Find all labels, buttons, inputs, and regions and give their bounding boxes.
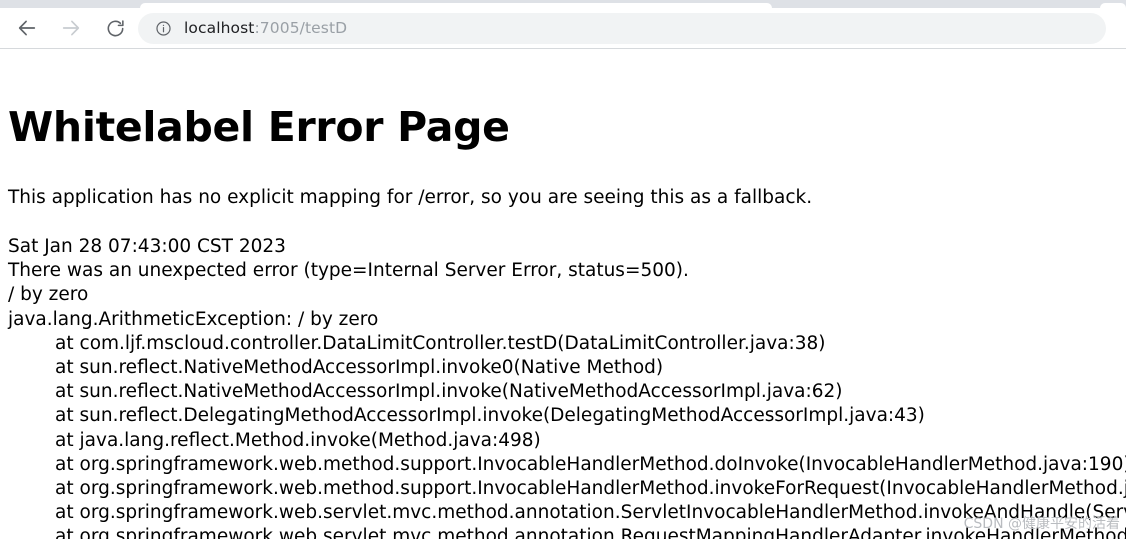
forward-button[interactable] xyxy=(56,13,86,43)
url-path: :7005/testD xyxy=(254,18,348,37)
reload-icon xyxy=(105,18,126,39)
page-content: Whitelabel Error Page This application h… xyxy=(0,49,1126,539)
tab-strip xyxy=(0,0,1126,8)
back-button[interactable] xyxy=(12,13,42,43)
browser-chrome: localhost:7005/testD xyxy=(0,0,1126,49)
fallback-message: This application has no explicit mapping… xyxy=(8,187,813,208)
reload-button[interactable] xyxy=(100,13,130,43)
url-text: localhost:7005/testD xyxy=(184,18,348,37)
url-host: localhost xyxy=(184,18,255,37)
address-bar[interactable]: localhost:7005/testD xyxy=(138,13,1106,44)
info-circle-icon[interactable] xyxy=(154,20,172,38)
arrow-right-icon xyxy=(60,17,82,39)
arrow-left-icon xyxy=(16,17,38,39)
browser-toolbar: localhost:7005/testD xyxy=(0,8,1126,49)
page-title: Whitelabel Error Page xyxy=(8,103,510,151)
error-stack-trace: Sat Jan 28 07:43:00 CST 2023 There was a… xyxy=(8,236,1126,539)
